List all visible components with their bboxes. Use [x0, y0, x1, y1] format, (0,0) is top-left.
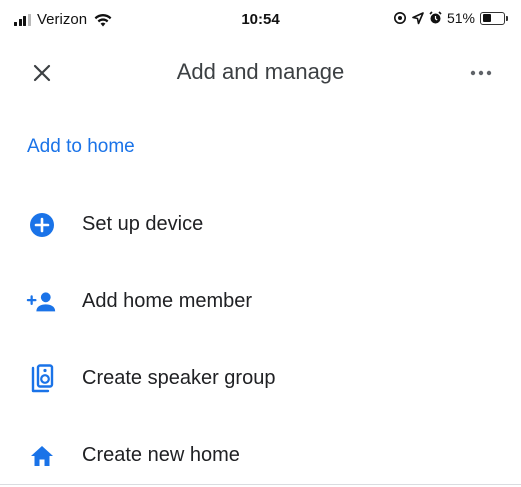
- bottom-divider: [0, 484, 521, 485]
- app-bar: Add and manage: [0, 42, 521, 104]
- add-circle-icon: [26, 209, 58, 241]
- add-and-manage-screen: Verizon 10:54 51% Add and manage Add to …: [0, 0, 521, 487]
- location-arrow-icon: [412, 11, 424, 24]
- battery-percent: 51%: [446, 10, 475, 26]
- speaker-group-icon: [26, 363, 58, 395]
- page-title: Add and manage: [176, 59, 345, 84]
- status-bar-right: 51%: [393, 10, 508, 26]
- add-to-home-list: Set up device Add home member Create spe…: [0, 186, 521, 487]
- menu-item-set-up-device[interactable]: Set up device: [0, 186, 521, 263]
- person-add-icon: [26, 286, 58, 318]
- status-bar: Verizon 10:54 51%: [0, 0, 521, 42]
- menu-item-label: Set up device: [82, 213, 204, 235]
- menu-item-create-speaker-group[interactable]: Create speaker group: [0, 340, 521, 417]
- more-horizontal-icon: [470, 70, 492, 76]
- section-title-add-to-home: Add to home: [27, 136, 135, 157]
- home-icon: [26, 440, 58, 472]
- menu-item-create-new-home[interactable]: Create new home: [0, 417, 521, 487]
- battery-level: [482, 14, 492, 22]
- alarm-icon: [429, 11, 442, 24]
- battery-icon: [480, 11, 508, 25]
- menu-item-label: Create new home: [82, 444, 240, 466]
- more-options-button[interactable]: [463, 60, 499, 86]
- location-lock-icon: [393, 12, 406, 24]
- menu-item-label: Create speaker group: [82, 367, 276, 389]
- menu-item-add-home-member[interactable]: Add home member: [0, 263, 521, 340]
- menu-item-label: Add home member: [82, 290, 253, 312]
